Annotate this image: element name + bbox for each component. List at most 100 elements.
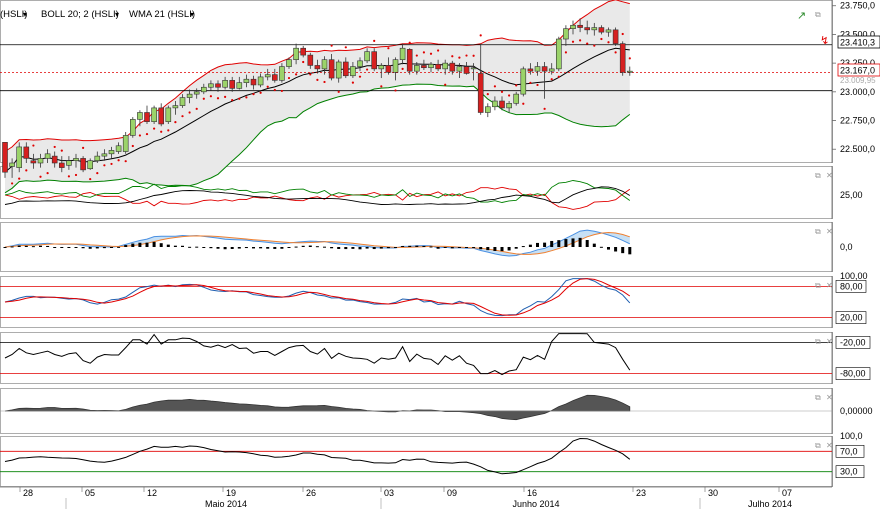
sar-dot	[628, 57, 631, 60]
sar-dot	[458, 56, 461, 59]
macd-histogram-bar	[81, 247, 85, 249]
sar-dot	[437, 49, 440, 52]
sar-dot	[493, 85, 496, 88]
last-price-label: 23.167,0	[840, 66, 875, 76]
candle-body	[193, 91, 200, 95]
macd-histogram-bar	[95, 247, 99, 249]
macd-histogram-bar	[315, 246, 319, 248]
sar-dot	[586, 42, 589, 45]
macd-histogram-bar	[379, 247, 383, 249]
macd-histogram-bar	[266, 247, 270, 249]
sar-dot	[429, 52, 433, 55]
candle-body	[385, 65, 392, 73]
macd-histogram-bar	[450, 247, 454, 249]
sar-dot	[500, 90, 504, 93]
macd-histogram-bar	[60, 247, 64, 248]
sar-dot	[387, 47, 390, 50]
y-tick-label: 100,0	[840, 431, 863, 441]
x-tick-label: 16	[527, 488, 537, 498]
sar-dot	[600, 37, 603, 41]
sar-dot	[295, 73, 298, 76]
y-tick-label: 70,0	[840, 446, 858, 456]
macd-histogram-bar	[465, 247, 468, 248]
sar-dot	[245, 96, 248, 99]
candle-body	[626, 70, 633, 73]
x-tick-label: 09	[447, 488, 457, 498]
x-tick-label: 19	[226, 488, 236, 498]
macd-histogram-bar	[365, 247, 369, 249]
sar-dot	[515, 84, 518, 87]
macd-histogram-bar	[607, 247, 610, 250]
candle-body	[229, 80, 235, 89]
macd-histogram-bar	[344, 247, 348, 250]
sar-dot	[174, 121, 177, 124]
indicator-panel-frame	[0, 436, 833, 487]
macd-histogram-bar	[195, 246, 199, 248]
candle-body	[151, 107, 157, 122]
sar-dot	[557, 75, 560, 78]
sar-dot	[103, 164, 106, 167]
candle-body	[378, 65, 385, 70]
macd-histogram-bar	[415, 245, 419, 247]
macd-histogram-bar	[351, 247, 355, 249]
candle-body	[570, 24, 576, 29]
chevron-down-icon[interactable]: ▾	[23, 10, 27, 19]
macd-histogram-bar	[24, 245, 28, 247]
macd-histogram-bar	[386, 247, 390, 249]
candle-body	[30, 160, 37, 164]
sar-dot	[18, 177, 21, 180]
candle-body	[279, 66, 285, 81]
candle-body	[499, 100, 505, 109]
candle-body	[428, 63, 434, 69]
y-tick-label: 0,0	[840, 242, 853, 252]
candle-body	[470, 67, 477, 70]
sar-dot	[153, 127, 156, 130]
candle-body	[23, 146, 30, 159]
macd-histogram-bar	[152, 241, 156, 247]
y-tick-label: 25,00	[840, 190, 863, 200]
sar-dot	[529, 81, 532, 84]
sar-dot	[124, 160, 127, 163]
macd-histogram-bar	[521, 246, 525, 248]
sar-dot	[394, 89, 397, 92]
wma-indicator-selector[interactable]: WMA 21 (HSLI)	[129, 9, 195, 20]
candle-body	[357, 60, 363, 67]
candle-body	[186, 93, 193, 98]
sar-dot	[536, 83, 539, 87]
macd-histogram-bar	[429, 246, 433, 248]
sar-dot	[32, 144, 35, 147]
candle-body	[342, 61, 349, 77]
candle-body	[300, 47, 307, 56]
macd-histogram-bar	[507, 247, 511, 251]
macd-histogram-bar	[337, 247, 341, 249]
sar-dot	[415, 54, 418, 57]
chevron-down-icon[interactable]: ▾	[190, 10, 194, 19]
macd-histogram-bar	[173, 245, 177, 247]
candle-body	[208, 83, 214, 88]
macd-histogram-bar	[230, 247, 234, 249]
x-tick-label: 28	[23, 488, 33, 498]
chevron-down-icon[interactable]: ▾	[115, 10, 119, 19]
candle-body	[406, 49, 413, 72]
candle-body	[80, 158, 86, 171]
y-tick-label: 0,00000	[840, 406, 873, 416]
sar-dot	[280, 89, 283, 93]
candle-body	[51, 155, 58, 164]
candle-body	[492, 100, 498, 108]
sar-dot	[287, 76, 291, 80]
candle-body	[243, 78, 250, 83]
candle-body	[37, 158, 44, 164]
sar-dot	[522, 102, 525, 105]
sar-dot	[614, 51, 617, 54]
candle-body	[421, 65, 427, 69]
sar-dot	[543, 107, 546, 110]
macd-histogram-bar	[308, 245, 312, 247]
macd-histogram-bar	[585, 240, 589, 247]
candle-body	[179, 97, 186, 106]
macd-histogram-bar	[102, 247, 106, 249]
macd-histogram-bar	[493, 247, 497, 251]
macd-histogram-bar	[145, 242, 149, 247]
candle-body	[321, 59, 328, 70]
sar-dot	[188, 111, 191, 114]
bollinger-indicator-selector[interactable]: BOLL 20; 2 (HSLI)	[41, 9, 119, 20]
